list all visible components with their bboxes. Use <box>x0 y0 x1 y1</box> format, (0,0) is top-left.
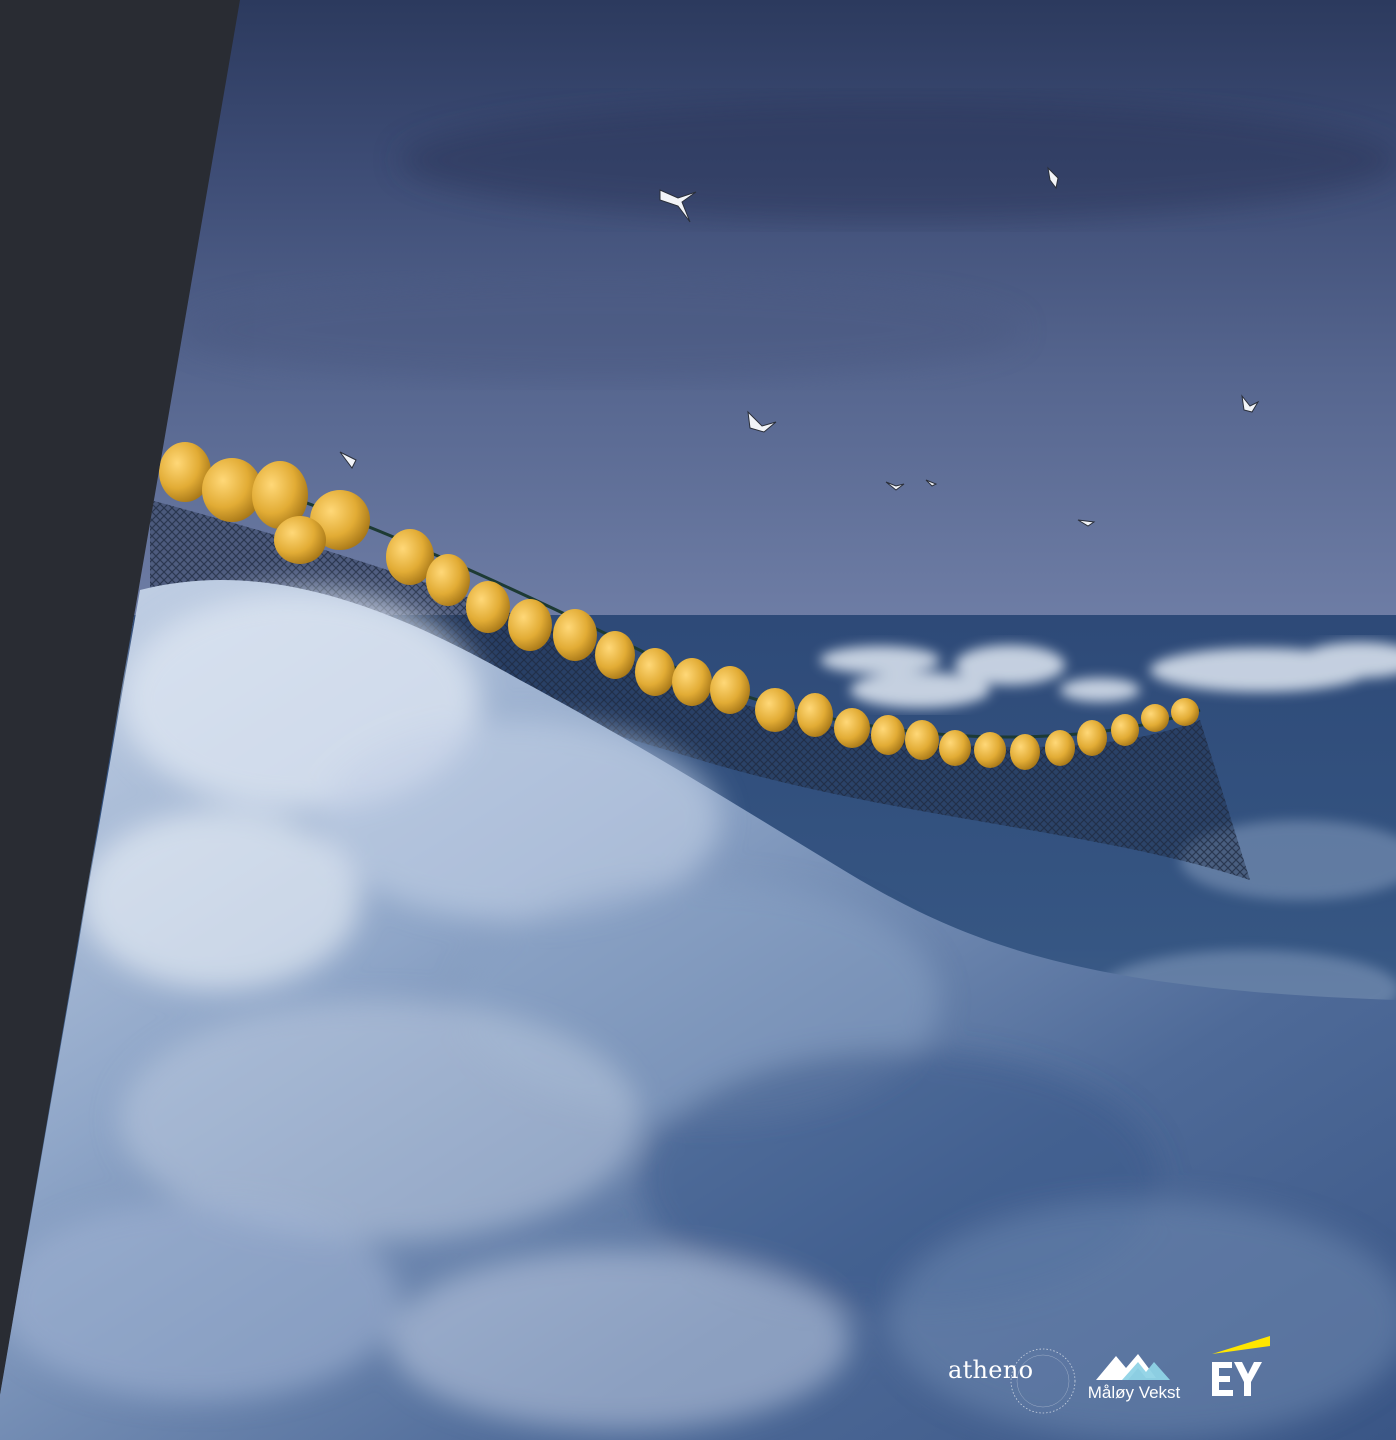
atheno-logo: atheno <box>948 1346 1076 1416</box>
maloy-vekst-logo: Måløy Vekst <box>1082 1350 1186 1410</box>
ey-logo <box>1202 1332 1272 1402</box>
atheno-seal-icon <box>1010 1348 1076 1414</box>
maloy-vekst-logo-text: Måløy Vekst <box>1087 1383 1181 1402</box>
cover-photo-illustration <box>0 0 1396 1440</box>
ey-logo-mark <box>1212 1336 1270 1396</box>
partner-logos: atheno Måløy Vekst <box>940 1330 1270 1420</box>
cover-photo-stormy-sea-fishing-net <box>0 0 1396 1440</box>
mountain-wave-icon <box>1096 1354 1170 1380</box>
title-slide: atheno Måløy Vekst <box>0 0 1396 1440</box>
